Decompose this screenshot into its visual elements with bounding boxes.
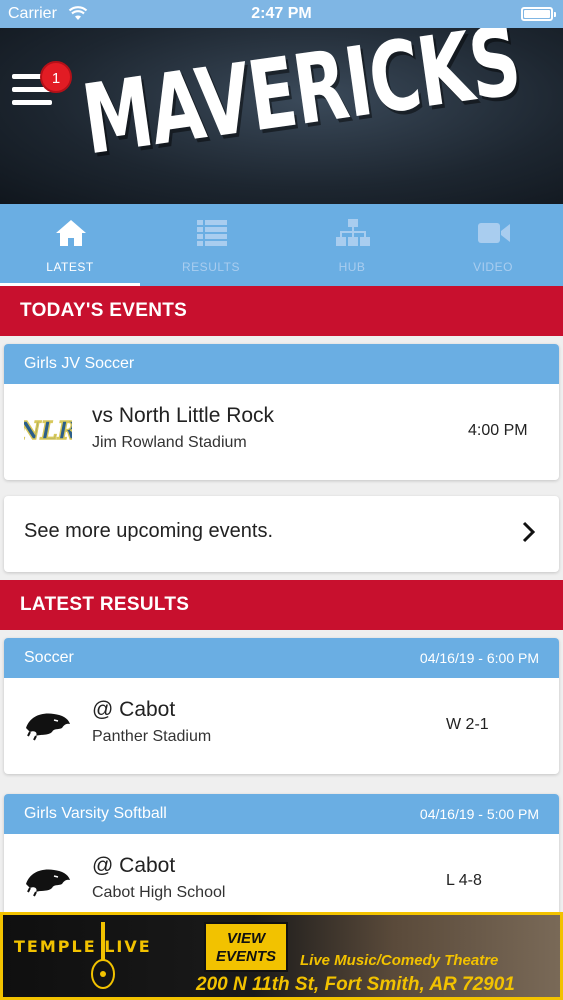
event-title: vs North Little Rock [92, 404, 275, 427]
result-card[interactable]: Soccer 04/16/19 - 6:00 PM @ Cabot Panthe… [4, 638, 559, 774]
result-venue: Panther Stadium [92, 728, 212, 745]
result-venue: Cabot High School [92, 884, 226, 901]
result-sport: Soccer [24, 649, 74, 666]
result-datetime: 04/16/19 - 6:00 PM [419, 650, 539, 666]
tab-label: LATEST [46, 260, 94, 274]
tab-video[interactable]: VIDEO [423, 204, 563, 286]
result-sport: Girls Varsity Softball [24, 805, 167, 822]
ad-banner[interactable]: TEMPLE LIVE VIEW EVENTS Live Music/Comed… [0, 912, 563, 1000]
north-little-rock-logo: NLR [24, 415, 72, 445]
tab-latest[interactable]: LATEST [0, 204, 140, 286]
team-brand: MAVERICKS [76, 28, 526, 177]
tab-hub[interactable]: HUB [282, 204, 422, 286]
tab-label: RESULTS [182, 260, 240, 274]
see-more-events-button[interactable]: See more upcoming events. [4, 496, 559, 572]
event-sport: Girls JV Soccer [4, 344, 559, 384]
result-score: L 4-8 [446, 872, 482, 889]
panther-logo-icon [26, 713, 70, 741]
tab-label: VIDEO [473, 260, 513, 274]
result-datetime: 04/16/19 - 5:00 PM [419, 806, 539, 822]
event-card[interactable]: Girls JV Soccer NLR vs North Little Rock… [4, 344, 559, 480]
svg-text:NLR: NLR [24, 416, 72, 445]
event-venue: Jim Rowland Stadium [92, 434, 247, 451]
battery-icon [521, 7, 556, 21]
list-icon [197, 220, 227, 246]
notification-badge: 1 [40, 61, 72, 93]
result-title: @ Cabot [92, 854, 176, 877]
clock: 2:47 PM [251, 5, 312, 22]
see-more-label: See more upcoming events. [24, 520, 274, 542]
home-icon [56, 220, 86, 246]
hierarchy-icon [336, 219, 370, 246]
status-bar: Carrier 2:47 PM [0, 0, 563, 28]
tab-results[interactable]: RESULTS [141, 204, 281, 286]
ad-border [0, 912, 563, 1000]
result-card[interactable]: Girls Varsity Softball 04/16/19 - 5:00 P… [4, 794, 559, 930]
team-header: MAVERICKS 1 [0, 28, 563, 204]
event-time: 4:00 PM [468, 422, 528, 439]
chevron-right-icon [522, 521, 536, 543]
panther-logo-icon [26, 869, 70, 897]
latest-results-heading: LATEST RESULTS [0, 580, 563, 630]
video-camera-icon [478, 223, 510, 243]
tab-bar: LATEST RESULTS HUB VIDEO [0, 204, 563, 286]
todays-events-heading: TODAY'S EVENTS [0, 286, 563, 336]
result-title: @ Cabot [92, 698, 176, 721]
tab-label: HUB [338, 260, 366, 274]
result-score: W 2-1 [446, 716, 489, 733]
